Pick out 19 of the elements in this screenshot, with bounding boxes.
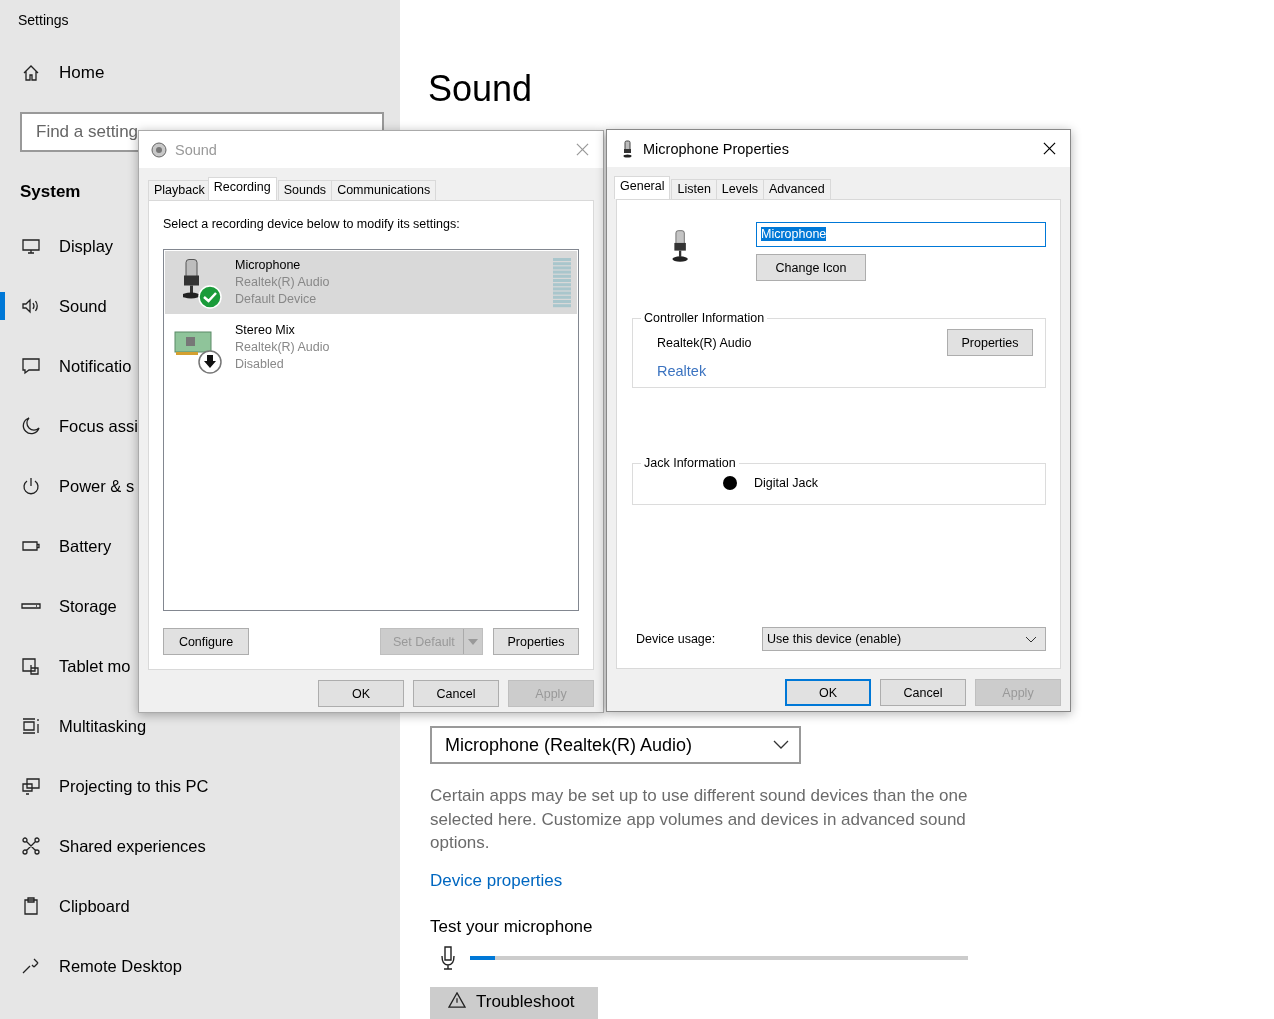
section-heading: System [20,182,81,203]
device-name: Stereo Mix [235,322,296,339]
page-title: Sound [428,68,533,110]
group-heading: Jack Information [643,456,737,470]
device-status: Disabled [235,356,285,373]
instruction-text: Select a recording device below to modify its settings: [163,217,461,233]
section-heading: Test your microphone [430,916,593,937]
jack-label: Digital Jack [754,476,818,490]
device-driver: Realtek(R) Audio [235,339,331,356]
group-heading: Controller Information [643,311,766,325]
app-title: Settings [17,11,70,30]
device-usage-label: Device usage: [636,632,716,646]
device-status: Default Device [235,291,318,308]
window-title: Sound [175,141,218,158]
controller-name: Realtek(R) Audio [657,335,752,350]
description-text: Certain apps may be set up to use different sound devices than the one selected here. Customize app volumes and devices in advanced sound options. [430,785,969,854]
device-driver: Realtek(R) Audio [235,274,331,291]
device-name: Microphone [235,257,302,274]
window-title: Microphone Properties [643,140,790,157]
